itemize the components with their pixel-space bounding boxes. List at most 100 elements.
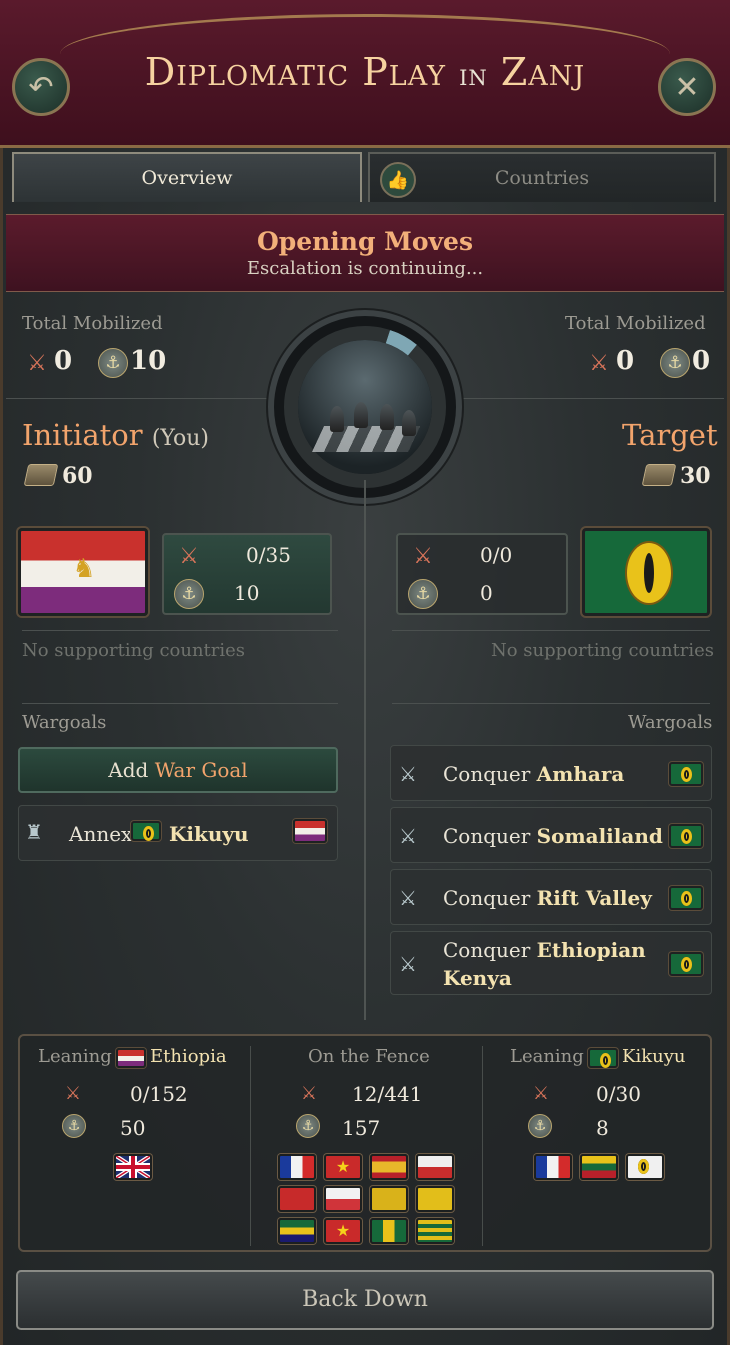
navy-icon: ⚓ (174, 579, 204, 609)
red-star-flag[interactable]: ★ (324, 1218, 362, 1244)
tab-overview-label: Overview (141, 167, 233, 189)
divider (22, 630, 338, 631)
wargoal-verb: Annex (69, 822, 133, 846)
pawn (402, 410, 416, 436)
wargoal-text: Conquer Ethiopian Kenya (443, 936, 653, 992)
initiator-army-ratio: 0/35 (246, 543, 291, 567)
wargoal-text: Conquer Somaliland (443, 824, 663, 848)
initiator-mobilized-label: Total Mobilized (22, 313, 163, 334)
divider (22, 703, 338, 704)
close-icon[interactable]: ✕ (658, 58, 716, 116)
add-war-goal-highlight: War Goal (154, 758, 248, 782)
kikuyu-flag-icon (669, 952, 703, 976)
initiator-forces-box: ⚔ 0/35 ⚓ 10 (162, 533, 332, 615)
navy-icon: ⚓ (62, 1114, 86, 1138)
wargoal-verb: Conquer (443, 938, 531, 962)
leaning-left-label: Leaning (38, 1046, 112, 1067)
panel-header: Diplomatic Play in Zanj ↶ ✕ (0, 0, 730, 148)
navy-icon: ⚓ (98, 348, 128, 378)
wargoal-row[interactable]: ⚔ Conquer Rift Valley (390, 869, 712, 925)
influence-icon (23, 464, 59, 486)
wargoal-text: Annex (69, 822, 132, 846)
column-separator (482, 1046, 483, 1246)
kikuyu-flag-icon (669, 886, 703, 910)
lithuania-flag[interactable] (580, 1154, 618, 1180)
army-icon: ⚔ (300, 1082, 318, 1104)
leaning-right-label: Leaning (510, 1046, 584, 1067)
target-army-total: 0 (616, 346, 635, 376)
phase-title: Opening Moves (256, 227, 474, 256)
tab-countries[interactable]: 👍 Countries (368, 152, 716, 202)
ethiopia-flag-icon (293, 819, 327, 843)
back-down-label: Back Down (302, 1287, 428, 1312)
undo-icon[interactable]: ↶ (12, 58, 70, 116)
initiator-influence: 60 (62, 463, 93, 489)
lion-emblem: ♞ (72, 554, 96, 584)
wargoal-target: Rift Valley (536, 886, 652, 910)
target-forces-box: ⚔ 0/0 ⚓ 0 (396, 533, 568, 615)
annex-icon: ♜ (25, 820, 43, 844)
army-icon: ⚔ (413, 543, 433, 569)
gold-shield-flag[interactable] (370, 1186, 408, 1212)
spain-flag[interactable] (370, 1154, 408, 1180)
crossed-swords-icon: ⚔ (399, 824, 417, 848)
vietnam-flag[interactable]: ★ (324, 1154, 362, 1180)
ethiopia-flag[interactable]: ♞ (18, 528, 148, 616)
add-war-goal-button[interactable]: Add War Goal (18, 747, 338, 793)
poland-flag[interactable] (324, 1186, 362, 1212)
phase-subtitle: Escalation is continuing... (246, 258, 484, 279)
leaning-right-country: Kikuyu (622, 1046, 686, 1067)
army-icon: ⚔ (27, 350, 47, 376)
tricolor-flag[interactable] (278, 1218, 316, 1244)
navy-icon: ⚓ (296, 1114, 320, 1138)
yellow-flag[interactable] (416, 1186, 454, 1212)
kikuyu-flag-icon (588, 1048, 618, 1068)
wargoal-row[interactable]: ⚔ Conquer Somaliland (390, 807, 712, 863)
navy-icon: ⚓ (528, 1114, 552, 1138)
panel-title: Diplomatic Play in Zanj (0, 50, 730, 94)
wargoal-row[interactable]: ⚔ Conquer Amhara (390, 745, 712, 801)
initiator-army-total: 0 (54, 346, 73, 376)
target-influence: 30 (680, 463, 711, 489)
wargoal-verb: Conquer (443, 886, 531, 910)
initiator-wargoals-label: Wargoals (22, 712, 107, 733)
chess-board-icon (298, 340, 432, 474)
crossed-swords-icon: ⚔ (399, 762, 417, 786)
white-flag[interactable] (626, 1154, 664, 1180)
wargoal-row[interactable]: ♜ Annex Kikuyu (18, 805, 338, 861)
leaning-left-navy: 50 (120, 1116, 146, 1140)
phase-banner: Opening Moves Escalation is continuing..… (6, 214, 724, 292)
pawn (330, 406, 344, 432)
striped-flag[interactable] (416, 1218, 454, 1244)
wargoal-row[interactable]: ⚔ Conquer Ethiopian Kenya (390, 931, 712, 995)
tab-overview[interactable]: Overview (12, 152, 362, 202)
wargoal-verb: Conquer (443, 762, 531, 786)
tab-bar: Overview 👍 Countries (12, 152, 718, 204)
morocco-flag[interactable] (278, 1186, 316, 1212)
wargoal-text: Conquer Amhara (443, 762, 624, 786)
uk-flag[interactable] (114, 1154, 152, 1180)
target-mobilized-label: Total Mobilized (565, 313, 706, 334)
ethiopia-flag-icon (116, 1048, 146, 1068)
leaning-right-army: 0/30 (596, 1082, 641, 1106)
target-title: Target (622, 418, 718, 452)
target-navy-total: 0 (692, 346, 711, 376)
kikuyu-flag-icon (131, 821, 161, 841)
shield-emblem (625, 541, 673, 605)
target-navy-count: 0 (480, 581, 493, 605)
divider (462, 398, 724, 399)
france-flag[interactable] (278, 1154, 316, 1180)
chile-flag[interactable] (416, 1154, 454, 1180)
crossed-swords-icon: ⚔ (399, 886, 417, 910)
initiator-label: Initiator (22, 418, 143, 452)
target-army-ratio: 0/0 (480, 543, 513, 567)
green-yellow-flag[interactable] (370, 1218, 408, 1244)
leaning-left-country: Ethiopia (150, 1046, 227, 1067)
thumbs-up-icon: 👍 (380, 162, 416, 198)
title-in: in (459, 58, 488, 93)
army-icon: ⚔ (179, 543, 199, 569)
country-flag[interactable] (534, 1154, 572, 1180)
back-down-button[interactable]: Back Down (16, 1270, 714, 1330)
kikuyu-flag[interactable] (582, 528, 710, 616)
wargoal-target-wrap: Kikuyu (169, 822, 249, 846)
